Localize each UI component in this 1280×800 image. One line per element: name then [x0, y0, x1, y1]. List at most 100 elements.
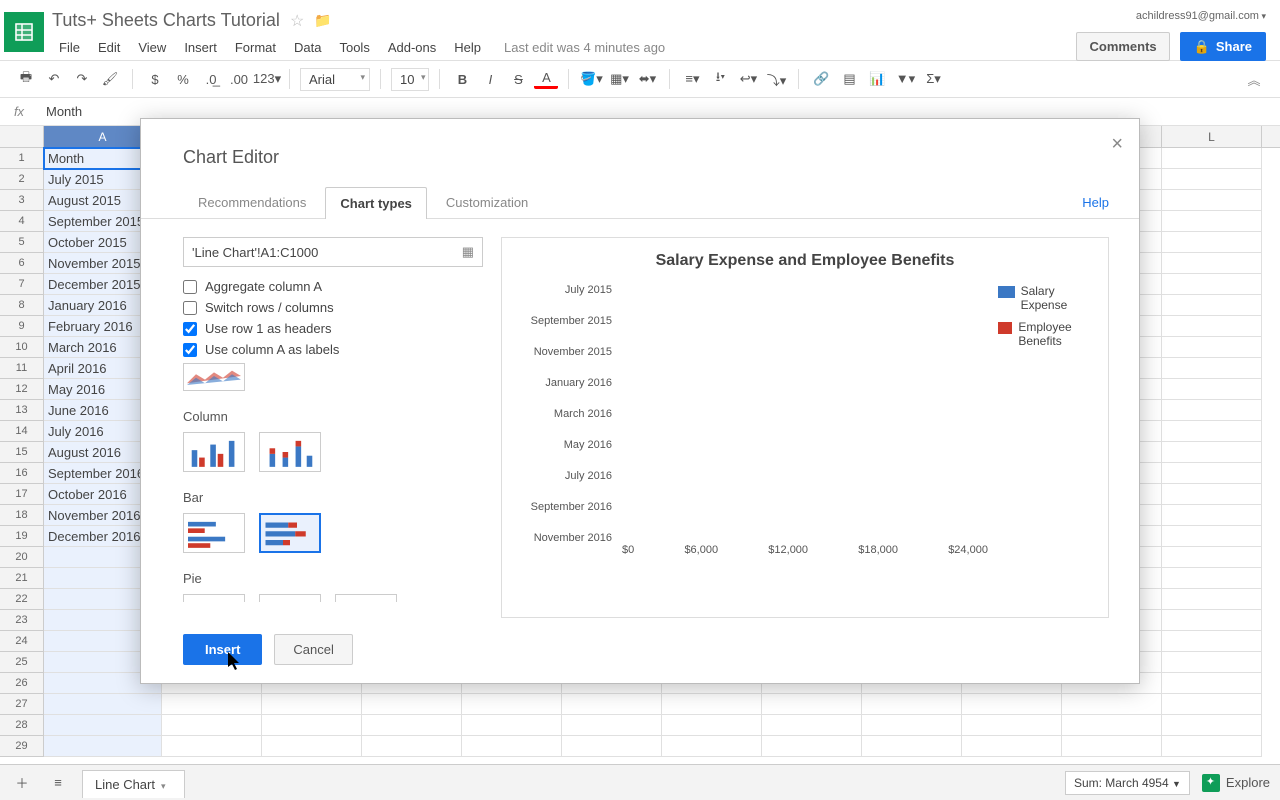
row-header[interactable]: 15: [0, 442, 44, 463]
cell[interactable]: [962, 694, 1062, 715]
cell[interactable]: [1162, 631, 1262, 652]
menu-help[interactable]: Help: [447, 37, 488, 58]
valign-icon[interactable]: ⭳▾: [708, 67, 732, 91]
currency-icon[interactable]: $: [143, 67, 167, 91]
cell[interactable]: [1162, 526, 1262, 547]
cell[interactable]: [1162, 463, 1262, 484]
use-row1-checkbox[interactable]: Use row 1 as headers: [183, 321, 483, 336]
row-header[interactable]: 25: [0, 652, 44, 673]
cell[interactable]: [1162, 610, 1262, 631]
row-header[interactable]: 14: [0, 421, 44, 442]
share-button[interactable]: 🔒 Share: [1180, 32, 1266, 61]
row-header[interactable]: 8: [0, 295, 44, 316]
tab-customization[interactable]: Customization: [431, 186, 543, 218]
explore-button[interactable]: Explore: [1202, 774, 1270, 792]
row-header[interactable]: 3: [0, 190, 44, 211]
cell[interactable]: [362, 736, 462, 757]
row-header[interactable]: 28: [0, 715, 44, 736]
strike-icon[interactable]: S: [506, 67, 530, 91]
percent-icon[interactable]: %: [171, 67, 195, 91]
cell[interactable]: [1162, 547, 1262, 568]
filter-icon[interactable]: ▼▾: [893, 67, 917, 91]
folder-icon[interactable]: 📁: [314, 12, 331, 29]
functions-icon[interactable]: Σ▾: [921, 67, 945, 91]
cell[interactable]: [962, 715, 1062, 736]
pie-thumb-3[interactable]: [335, 594, 397, 602]
tab-chart-types[interactable]: Chart types: [325, 187, 427, 219]
cell[interactable]: [562, 736, 662, 757]
row-header[interactable]: 5: [0, 232, 44, 253]
row-header[interactable]: 13: [0, 400, 44, 421]
cell[interactable]: [44, 694, 162, 715]
collapse-toolbar-icon[interactable]: ︽: [1242, 67, 1266, 91]
cell[interactable]: [362, 694, 462, 715]
cell[interactable]: [762, 694, 862, 715]
row-header[interactable]: 22: [0, 589, 44, 610]
cell[interactable]: [1162, 274, 1262, 295]
row-header[interactable]: 24: [0, 631, 44, 652]
stacked-column-thumb[interactable]: [259, 432, 321, 472]
menu-insert[interactable]: Insert: [177, 37, 224, 58]
comment-icon[interactable]: ▤: [837, 67, 861, 91]
cell[interactable]: [1162, 505, 1262, 526]
merge-icon[interactable]: ⬌▾: [635, 67, 659, 91]
menu-view[interactable]: View: [131, 37, 173, 58]
row-header[interactable]: 20: [0, 547, 44, 568]
row-header[interactable]: 6: [0, 253, 44, 274]
cell[interactable]: [1162, 232, 1262, 253]
user-email[interactable]: achildress91@gmail.com: [1136, 10, 1266, 22]
undo-icon[interactable]: ↶: [42, 67, 66, 91]
cell[interactable]: [1162, 295, 1262, 316]
fx-icon[interactable]: fx: [0, 104, 38, 119]
cell[interactable]: [1162, 190, 1262, 211]
row-header[interactable]: 29: [0, 736, 44, 757]
wrap-icon[interactable]: ↩▾: [736, 67, 760, 91]
cell[interactable]: [44, 715, 162, 736]
menu-edit[interactable]: Edit: [91, 37, 127, 58]
row-header[interactable]: 11: [0, 358, 44, 379]
cell[interactable]: [1062, 736, 1162, 757]
select-all-corner[interactable]: [0, 126, 44, 147]
cell[interactable]: [1162, 253, 1262, 274]
row-header[interactable]: 17: [0, 484, 44, 505]
help-link[interactable]: Help: [1082, 187, 1109, 218]
bar-chart-thumb[interactable]: [183, 513, 245, 553]
cell[interactable]: [1162, 379, 1262, 400]
cell[interactable]: [262, 736, 362, 757]
paint-format-icon[interactable]: 🖌: [98, 67, 122, 91]
cell[interactable]: [1162, 715, 1262, 736]
menu-add-ons[interactable]: Add-ons: [381, 37, 443, 58]
cell[interactable]: [1162, 736, 1262, 757]
add-sheet-icon[interactable]: ＋: [10, 771, 34, 795]
all-sheets-icon[interactable]: ≡: [46, 771, 70, 795]
fill-color-icon[interactable]: 🪣▾: [579, 67, 603, 91]
row-header[interactable]: 1: [0, 148, 44, 169]
row-header[interactable]: 2: [0, 169, 44, 190]
row-header[interactable]: 16: [0, 463, 44, 484]
row-header[interactable]: 18: [0, 505, 44, 526]
comments-button[interactable]: Comments: [1076, 32, 1169, 61]
cell[interactable]: [1062, 694, 1162, 715]
italic-icon[interactable]: I: [478, 67, 502, 91]
link-icon[interactable]: 🔗: [809, 67, 833, 91]
cell[interactable]: [562, 694, 662, 715]
cell[interactable]: [662, 736, 762, 757]
more-formats-icon[interactable]: 123▾: [255, 67, 279, 91]
row-header[interactable]: 7: [0, 274, 44, 295]
cell[interactable]: [1162, 652, 1262, 673]
sum-box[interactable]: Sum: March 4954 ▼: [1065, 771, 1190, 795]
data-range-input[interactable]: 'Line Chart'!A1:C1000 ▦: [183, 237, 483, 267]
row-header[interactable]: 26: [0, 673, 44, 694]
rotate-icon[interactable]: ⤵▾: [764, 67, 788, 91]
cell[interactable]: [1162, 568, 1262, 589]
pie-thumb-2[interactable]: [259, 594, 321, 602]
cell[interactable]: [162, 736, 262, 757]
print-icon[interactable]: 🖶: [14, 67, 38, 91]
cell[interactable]: [862, 694, 962, 715]
redo-icon[interactable]: ↷: [70, 67, 94, 91]
row-header[interactable]: 9: [0, 316, 44, 337]
pie-thumb[interactable]: [183, 594, 245, 602]
chart-icon[interactable]: 📊: [865, 67, 889, 91]
cell[interactable]: [1162, 694, 1262, 715]
cell[interactable]: [462, 715, 562, 736]
